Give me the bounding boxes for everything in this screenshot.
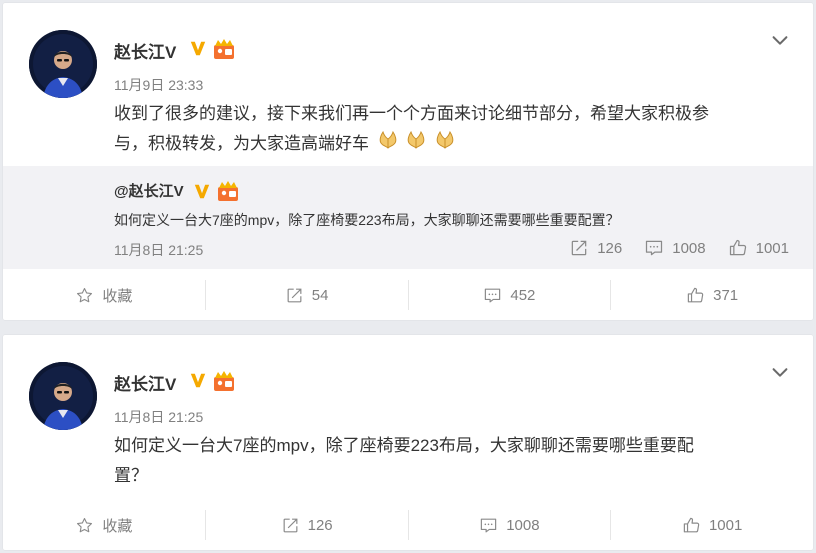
avatar-image bbox=[29, 362, 97, 430]
quoted-text: 如何定义一台大7座的mpv，除了座椅要223布局，大家聊聊还需要哪些重要配置？ bbox=[114, 212, 620, 228]
quoted-post[interactable]: @赵长江V 如何定义一台大7座的mpv，除了座椅要223布局，大家聊聊还需要哪些… bbox=[3, 166, 813, 269]
post-text: 如何定义一台大7座的mpv，除了座椅要223布局，大家聊聊还需要哪些重要配 置？ bbox=[114, 431, 794, 491]
post-text-line-2: 与，积极转发，为大家造高端好车 bbox=[114, 129, 794, 160]
comment-button[interactable]: 1008 bbox=[409, 510, 612, 540]
favorite-label: 收藏 bbox=[102, 287, 133, 305]
post-text-line: 如何定义一台大7座的mpv，除了座椅要223布局，大家聊聊还需要哪些重要配 bbox=[114, 436, 694, 455]
verified-badge-icon[interactable] bbox=[189, 371, 207, 389]
quoted-author[interactable]: @赵长江V bbox=[114, 180, 184, 201]
avatar[interactable] bbox=[29, 30, 97, 98]
chevron-down-icon[interactable] bbox=[769, 29, 791, 51]
quoted-comment-button[interactable]: 1008 bbox=[644, 238, 706, 258]
avatar-image bbox=[29, 30, 97, 98]
favorite-label: 收藏 bbox=[102, 517, 133, 535]
member-level-icon[interactable] bbox=[211, 38, 237, 60]
post-text-line: 收到了很多的建议，接下来我们再一个个方面来讨论细节部分，希望大家积极参 bbox=[114, 104, 709, 123]
repost-icon bbox=[569, 238, 589, 258]
like-button[interactable]: 1001 bbox=[611, 510, 813, 540]
member-level-icon[interactable] bbox=[211, 370, 237, 392]
post-time[interactable]: 11月9日 23:33 bbox=[114, 75, 203, 95]
weibo-post-card: 赵长江V 11月9日 23:33 收到了很多的建议，接下来我们再一个个方面来讨论… bbox=[3, 3, 813, 320]
comment-icon bbox=[644, 238, 664, 258]
weibo-post-card: 赵长江V 11月8日 21:25 如何定义一台大7座的mpv，除了座椅要223布… bbox=[3, 335, 813, 550]
verified-badge-icon[interactable] bbox=[189, 39, 207, 57]
clasped-hands-icon bbox=[376, 130, 457, 160]
repost-icon bbox=[281, 516, 300, 535]
like-button[interactable]: 371 bbox=[611, 280, 813, 310]
repost-count: 54 bbox=[311, 286, 329, 304]
like-count: 1001 bbox=[708, 516, 743, 534]
member-level-icon[interactable] bbox=[215, 180, 241, 202]
like-icon bbox=[682, 516, 701, 535]
repost-button[interactable]: 54 bbox=[206, 280, 409, 310]
like-icon bbox=[728, 238, 748, 258]
comment-count: 1008 bbox=[672, 239, 706, 257]
action-bar: 收藏 126 1008 1001 bbox=[3, 500, 813, 550]
comment-icon bbox=[479, 516, 498, 535]
post-text-line: 与，积极转发，为大家造高端好车 bbox=[114, 134, 369, 153]
avatar[interactable] bbox=[29, 362, 97, 430]
star-icon bbox=[75, 516, 94, 535]
author-name[interactable]: 赵长江V bbox=[114, 38, 176, 63]
repost-button[interactable]: 126 bbox=[206, 510, 409, 540]
quoted-like-button[interactable]: 1001 bbox=[728, 238, 789, 258]
like-count: 1001 bbox=[755, 239, 789, 257]
post-text: 收到了很多的建议，接下来我们再一个个方面来讨论细节部分，希望大家积极参 与，积极… bbox=[114, 99, 794, 160]
verified-badge-icon[interactable] bbox=[193, 182, 211, 200]
chevron-down-icon[interactable] bbox=[769, 361, 791, 383]
action-bar: 收藏 54 452 371 bbox=[3, 270, 813, 320]
comment-count: 452 bbox=[510, 286, 536, 304]
quoted-stats: 126 1008 1001 bbox=[547, 238, 789, 258]
star-icon bbox=[75, 286, 94, 305]
repost-icon bbox=[285, 286, 304, 305]
repost-count: 126 bbox=[307, 516, 333, 534]
comment-count: 1008 bbox=[506, 516, 540, 534]
favorite-button[interactable]: 收藏 bbox=[3, 280, 206, 310]
quoted-time[interactable]: 11月8日 21:25 bbox=[114, 240, 203, 260]
quoted-repost-button[interactable]: 126 bbox=[569, 238, 622, 258]
post-text-line: 置？ bbox=[114, 466, 148, 485]
repost-count: 126 bbox=[597, 239, 623, 257]
like-icon bbox=[686, 286, 705, 305]
author-name[interactable]: 赵长江V bbox=[114, 370, 176, 395]
like-count: 371 bbox=[713, 286, 739, 304]
post-time[interactable]: 11月8日 21:25 bbox=[114, 407, 203, 427]
favorite-button[interactable]: 收藏 bbox=[3, 510, 206, 540]
comment-icon bbox=[483, 286, 502, 305]
comment-button[interactable]: 452 bbox=[409, 280, 612, 310]
